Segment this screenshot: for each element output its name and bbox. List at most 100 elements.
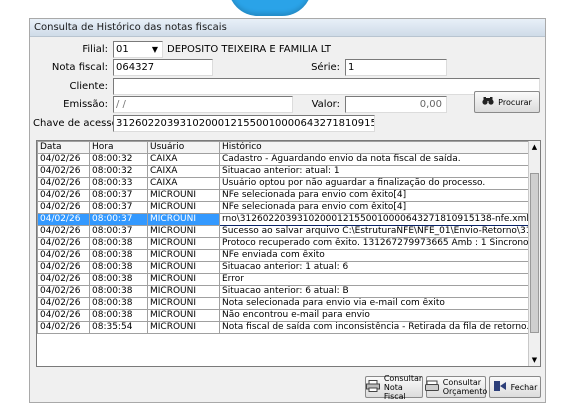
binoculars-icon bbox=[482, 96, 494, 108]
consultar-orcamento-line1: Consultar bbox=[442, 378, 482, 387]
cell-hora: 08:00:37 bbox=[89, 213, 148, 226]
history-grid[interactable]: Data Hora Usuário Histórico 04/02/26 08:0… bbox=[36, 140, 541, 367]
cell-hora: 08:00:38 bbox=[89, 249, 148, 262]
table-row[interactable]: 04/02/26 08:00:38 MICROUNI Situacao anterio… bbox=[37, 261, 530, 274]
table-row[interactable]: 04/02/26 08:00:38 MICROUNI Protoco recupera… bbox=[37, 237, 530, 250]
cell-hora: 08:00:38 bbox=[89, 237, 148, 250]
chave-acesso-input[interactable]: 3126022039310200012155001000064327181091… bbox=[113, 115, 375, 132]
cell-data: 04/02/26 bbox=[37, 189, 90, 202]
cell-hora: 08:00:38 bbox=[89, 297, 148, 310]
cell-hora: 08:00:38 bbox=[89, 285, 148, 298]
scrollbar-thumb[interactable] bbox=[530, 173, 539, 333]
cell-historico: rno\312602203931020001215500100006432718… bbox=[219, 213, 530, 226]
filial-label: Filial: bbox=[82, 44, 108, 55]
cell-usuario: MICROUNI bbox=[147, 201, 220, 214]
cell-data: 04/02/26 bbox=[37, 321, 90, 334]
cell-data: 04/02/26 bbox=[37, 153, 90, 166]
nota-fiscal-input[interactable]: 064327 bbox=[113, 59, 213, 76]
procurar-label: Procurar bbox=[498, 97, 532, 107]
table-row[interactable]: 04/02/26 08:00:32 CAIXA Situacao anterior: … bbox=[37, 165, 530, 178]
cell-usuario: MICROUNI bbox=[147, 189, 220, 202]
cell-usuario: MICROUNI bbox=[147, 273, 220, 286]
procurar-button[interactable]: Procurar bbox=[474, 91, 540, 113]
cell-data: 04/02/26 bbox=[37, 285, 90, 298]
table-row[interactable]: 04/02/26 08:00:38 MICROUNI NFe enviada com … bbox=[37, 249, 530, 262]
cell-historico: NFe enviada com êxito bbox=[219, 249, 530, 262]
cell-hora: 08:00:33 bbox=[89, 177, 148, 190]
cell-hora: 08:00:38 bbox=[89, 273, 148, 286]
cell-usuario: MICROUNI bbox=[147, 261, 220, 274]
column-header-data[interactable]: Data bbox=[37, 141, 90, 154]
cell-usuario: MICROUNI bbox=[147, 249, 220, 262]
serie-input[interactable]: 1 bbox=[345, 59, 447, 76]
table-row[interactable]: 04/02/26 08:00:37 MICROUNI rno\312602203931… bbox=[37, 213, 530, 226]
filial-name: DEPOSITO TEIXEIRA E FAMILIA LT bbox=[167, 44, 332, 55]
table-row[interactable]: 04/02/26 08:00:32 CAIXA Cadastro - Aguardan… bbox=[37, 153, 530, 166]
cell-historico: Protoco recuperado com êxito. 1312672799… bbox=[219, 237, 530, 250]
cell-historico: Situacao anterior: 1 atual: 6 bbox=[219, 261, 530, 274]
consultar-orcamento-button[interactable]: Consultar Orçamento bbox=[424, 376, 488, 398]
cell-data: 04/02/26 bbox=[37, 273, 90, 286]
cell-historico: Cadastro - Aguardando envio da nota fisc… bbox=[219, 153, 530, 166]
table-row[interactable]: 04/02/26 08:00:38 MICROUNI Error bbox=[37, 273, 530, 286]
scroll-down-icon[interactable]: ▼ bbox=[529, 354, 540, 366]
table-row[interactable]: 04/02/26 08:00:38 MICROUNI Situacao anterio… bbox=[37, 285, 530, 298]
table-row[interactable]: 04/02/26 08:35:54 MICROUNI Nota fiscal de s… bbox=[37, 321, 530, 334]
table-row[interactable]: 04/02/26 08:00:37 MICROUNI NFe selecionada … bbox=[37, 201, 530, 214]
fechar-button[interactable]: Fechar bbox=[489, 376, 541, 398]
scroll-up-icon[interactable]: ▲ bbox=[529, 141, 540, 153]
table-row[interactable]: 04/02/26 08:00:38 MICROUNI Não encontrou e-… bbox=[37, 309, 530, 322]
table-row[interactable]: 04/02/26 08:00:37 MICROUNI NFe selecionada … bbox=[37, 189, 530, 202]
chave-acesso-label: Chave de acesso: bbox=[33, 118, 122, 129]
cell-historico: Nota selecionada para envio via e-mail c… bbox=[219, 297, 530, 310]
cliente-label: Cliente: bbox=[69, 81, 108, 92]
cell-data: 04/02/26 bbox=[37, 309, 90, 322]
cell-hora: 08:00:37 bbox=[89, 189, 148, 202]
cell-usuario: MICROUNI bbox=[147, 237, 220, 250]
cell-data: 04/02/26 bbox=[37, 297, 90, 310]
cell-hora: 08:00:37 bbox=[89, 201, 148, 214]
door-exit-icon bbox=[493, 380, 507, 394]
filial-combo[interactable]: 01 ▼ bbox=[113, 41, 163, 58]
cell-data: 04/02/26 bbox=[37, 225, 90, 238]
consultar-nota-fiscal-button[interactable]: Consultar Nota Fiscal bbox=[365, 374, 423, 401]
cell-historico: Não encontrou e-mail para envio bbox=[219, 309, 530, 322]
cell-hora: 08:00:32 bbox=[89, 165, 148, 178]
decorative-arc bbox=[228, 0, 312, 16]
cell-data: 04/02/26 bbox=[37, 201, 90, 214]
fechar-label: Fechar bbox=[510, 382, 538, 392]
cell-hora: 08:00:38 bbox=[89, 261, 148, 274]
cell-data: 04/02/26 bbox=[37, 237, 90, 250]
table-row[interactable]: 04/02/26 08:00:33 CAIXA Usuário optou por n… bbox=[37, 177, 530, 190]
nota-fiscal-label: Nota fiscal: bbox=[51, 62, 108, 73]
table-row[interactable]: 04/02/26 08:00:38 MICROUNI Nota selecionada… bbox=[37, 297, 530, 310]
valor-input[interactable]: 0,00 bbox=[345, 96, 447, 113]
vertical-scrollbar[interactable]: ▲ ▼ bbox=[528, 141, 540, 366]
history-window: Consulta de Histórico das notas fiscais … bbox=[29, 18, 546, 403]
cell-usuario: MICROUNI bbox=[147, 225, 220, 238]
emissao-label: Emissão: bbox=[63, 99, 108, 110]
column-header-usuario[interactable]: Usuário bbox=[147, 141, 220, 154]
cell-historico: Usuário optou por não aguardar a finaliz… bbox=[219, 177, 530, 190]
cell-usuario: CAIXA bbox=[147, 177, 220, 190]
cell-historico: Situacao anterior: 6 atual: B bbox=[219, 285, 530, 298]
printer-icon bbox=[365, 380, 380, 394]
consultar-nota-text: Consultar Nota Fiscal bbox=[384, 374, 422, 401]
column-header-historico[interactable]: Histórico bbox=[219, 141, 530, 154]
cell-hora: 08:00:32 bbox=[89, 153, 148, 166]
table-row[interactable]: 04/02/26 08:00:37 MICROUNI Sucesso ao salva… bbox=[37, 225, 530, 238]
cell-usuario: CAIXA bbox=[147, 153, 220, 166]
cell-usuario: MICROUNI bbox=[147, 285, 220, 298]
document-icon bbox=[424, 380, 439, 394]
cell-historico: Situacao anterior: atual: 1 bbox=[219, 165, 530, 178]
column-header-hora[interactable]: Hora bbox=[89, 141, 148, 154]
emissao-input[interactable]: / / bbox=[113, 96, 293, 113]
chevron-down-icon[interactable]: ▼ bbox=[148, 42, 162, 57]
consultar-nota-line2: Nota Fiscal bbox=[383, 382, 406, 401]
consultar-orcamento-line2: Orçamento bbox=[442, 387, 488, 396]
valor-label: Valor: bbox=[311, 99, 340, 110]
consultar-nota-line1: Consultar bbox=[383, 373, 423, 383]
cell-data: 04/02/26 bbox=[37, 213, 90, 226]
cell-hora: 08:35:54 bbox=[89, 321, 148, 334]
cell-data: 04/02/26 bbox=[37, 261, 90, 274]
